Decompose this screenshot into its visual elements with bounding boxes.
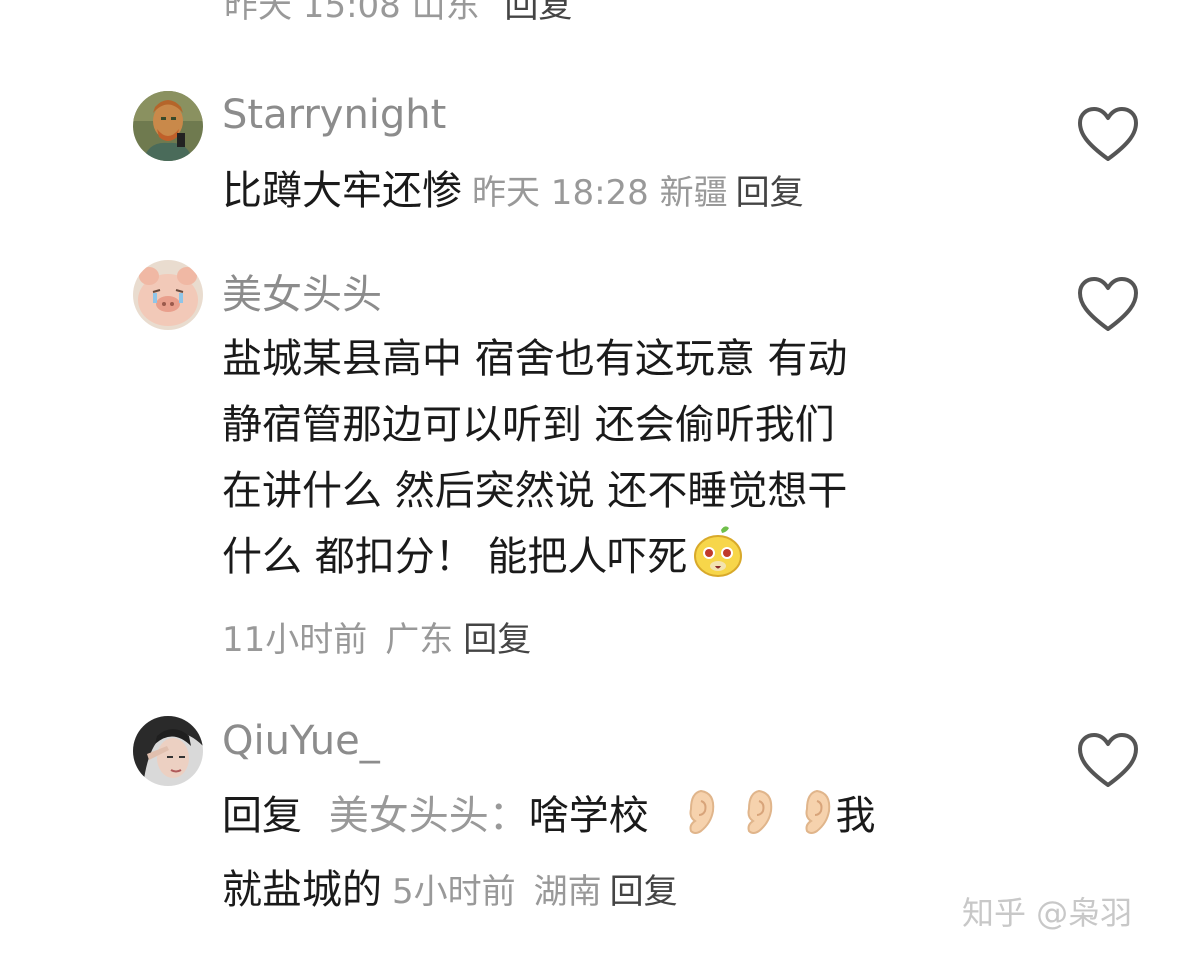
comment-location: 新疆 <box>659 173 728 213</box>
heart-outline-icon <box>1078 733 1138 787</box>
comment-body: 比蹲大牢还惨 昨天 18:28 新疆 回复 <box>222 158 804 226</box>
reply-prefix: 回复 <box>222 793 302 839</box>
comment-location: 湖南 <box>533 872 602 912</box>
ear-emoji <box>679 787 719 857</box>
comment-text-line: 在讲什么 然后突然说 还不睡觉想干 <box>222 468 848 514</box>
heart-outline-icon <box>1078 277 1138 331</box>
watermark: 知乎 @枭羽 <box>962 894 1133 932</box>
like-button[interactable] <box>1076 275 1140 335</box>
comment-text: 就盐城的 <box>222 867 382 913</box>
comment-text-line: 静宿管那边可以听到 还会偷听我们 <box>222 402 835 448</box>
comment-location: 广东 <box>385 620 454 660</box>
username[interactable]: QiuYue_ <box>222 718 380 764</box>
comment-body: 回复 美女头头：啥学校 我 就盐城的 5小时前 湖南 回复 <box>222 783 875 925</box>
comment-text-line: 就盐城的 5小时前 湖南 回复 <box>222 857 875 925</box>
comment-time: 11小时前 <box>222 620 368 660</box>
avatar[interactable] <box>133 260 203 330</box>
reply-button[interactable]: 回复 <box>610 872 678 912</box>
comment-text: 啥学校 <box>528 793 649 839</box>
ear-emoji <box>795 787 835 857</box>
comment-text: 比蹲大牢还惨 <box>222 168 462 214</box>
like-button[interactable] <box>1076 105 1140 165</box>
comment-text-line: 什么 都扣分！ 能把人吓死 <box>222 534 688 580</box>
mention-user[interactable]: 美女头头： <box>329 793 529 839</box>
avatar[interactable] <box>133 91 203 161</box>
comment-time: 昨天 18:28 <box>472 173 649 213</box>
comment-text-line: 盐城某县高中 宿舍也有这玩意 有动 <box>222 336 848 382</box>
avatar[interactable] <box>133 716 203 786</box>
previous-comment-meta: 昨天 15:08 山东 回复 <box>224 0 572 27</box>
comment-meta: 11小时前 广东 回复 <box>222 612 531 661</box>
comment-body: 盐城某县高中 宿舍也有这玩意 有动 静宿管那边可以听到 还会偷听我们 在讲什么 … <box>222 326 847 598</box>
yellow-mascot-emoji <box>691 524 745 598</box>
comment-time: 昨天 15:08 <box>224 0 401 26</box>
comment-meta: 5小时前 湖南 回复 <box>392 872 678 912</box>
reply-button[interactable]: 回复 <box>463 620 531 660</box>
comment-text-line: 回复 美女头头：啥学校 我 <box>222 783 875 857</box>
ear-emoji <box>737 787 777 857</box>
username[interactable]: 美女头头 <box>222 262 382 320</box>
comment-location: 山东 <box>411 0 480 26</box>
reply-button[interactable]: 回复 <box>504 0 572 26</box>
heart-outline-icon <box>1078 107 1138 161</box>
comment-text: 我 <box>835 793 876 839</box>
comment-time: 5小时前 <box>392 872 516 912</box>
comment-meta: 昨天 18:28 新疆 回复 <box>472 173 804 213</box>
reply-button[interactable]: 回复 <box>736 173 804 213</box>
username[interactable]: Starrynight <box>222 92 446 138</box>
like-button[interactable] <box>1076 731 1140 791</box>
comment-text-line-last: 什么 都扣分！ 能把人吓死 <box>222 524 847 598</box>
